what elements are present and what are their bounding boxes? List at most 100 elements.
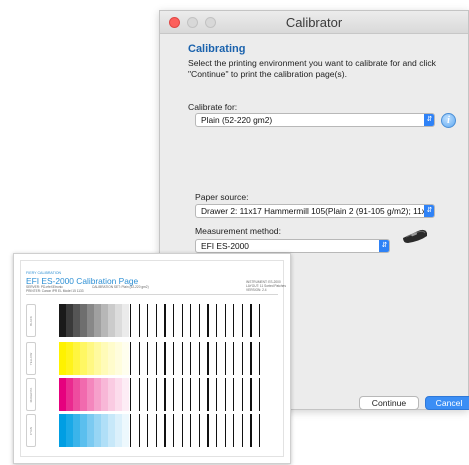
measurement-method-select[interactable]: EFI ES-2000 ⇵ <box>195 239 390 253</box>
color-patch <box>73 342 80 375</box>
band-label-black: BLACK <box>26 304 36 337</box>
color-patch <box>122 378 129 411</box>
registration-line <box>224 378 226 411</box>
registration-line <box>190 414 192 447</box>
registration-line <box>190 378 192 411</box>
registration-line <box>198 414 201 447</box>
registration-line <box>181 342 183 375</box>
registration-line <box>216 414 218 447</box>
section-heading: Calibrating <box>188 43 246 55</box>
meta-version: VERSION: 2.4 <box>246 288 267 292</box>
registration-line <box>173 304 175 337</box>
color-patch <box>108 304 115 337</box>
registration-line <box>250 414 252 447</box>
band-label-magenta: MAGENTA <box>26 378 36 411</box>
color-patch <box>80 304 87 337</box>
color-patch <box>115 342 122 375</box>
cancel-button[interactable]: Cancel <box>425 396 469 410</box>
registration-line <box>241 414 244 447</box>
registration-line <box>216 304 218 337</box>
color-patch <box>101 378 108 411</box>
calibrate-for-value: Plain (52-220 gm2) <box>201 115 273 125</box>
registration-line <box>224 342 226 375</box>
registration-line <box>241 342 244 375</box>
registration-line <box>130 414 132 447</box>
band-label-cyan: CYAN <box>26 414 36 447</box>
registration-line <box>216 342 218 375</box>
registration-line <box>207 378 209 411</box>
color-patch <box>87 378 94 411</box>
calibrate-for-select[interactable]: Plain (52-220 gm2) ⇵ <box>195 113 435 127</box>
registration-line <box>250 378 252 411</box>
band-label-text: MAGENTA <box>29 387 33 402</box>
registration-line <box>259 414 261 447</box>
measurement-method-value: EFI ES-2000 <box>201 241 249 251</box>
color-patch <box>94 342 101 375</box>
color-patch <box>73 414 80 447</box>
registration-line <box>224 414 226 447</box>
registration-line <box>155 304 158 337</box>
registration-line <box>198 342 201 375</box>
meta-printer: PRINTER: Canon iPR EL Model 15 1133 <box>26 289 84 293</box>
registration-line <box>233 342 235 375</box>
color-patch <box>115 414 122 447</box>
continue-button[interactable]: Continue <box>359 396 419 410</box>
color-patch <box>59 342 66 375</box>
paper-source-select[interactable]: Drawer 2: 11x17 Hammermill 105(Plain 2 (… <box>195 204 435 218</box>
registration-line <box>241 378 244 411</box>
registration-line <box>181 378 183 411</box>
color-patch <box>108 342 115 375</box>
registration-line <box>130 342 132 375</box>
color-patch <box>80 378 87 411</box>
color-patch <box>59 304 66 337</box>
registration-line <box>164 414 166 447</box>
title-bar: Calibrator <box>160 11 468 34</box>
registration-line <box>259 342 261 375</box>
color-patch <box>108 414 115 447</box>
registration-line <box>216 378 218 411</box>
color-patch <box>94 414 101 447</box>
registration-line <box>130 378 132 411</box>
up-down-arrows-icon: ⇵ <box>424 114 434 126</box>
band-label-text: CYAN <box>29 426 33 435</box>
registration-line <box>147 378 149 411</box>
registration-line <box>207 414 209 447</box>
info-icon[interactable]: i <box>441 113 456 128</box>
color-patch <box>108 378 115 411</box>
registration-line <box>147 304 149 337</box>
color-patch <box>87 304 94 337</box>
registration-line <box>155 342 158 375</box>
measurement-method-label: Measurement method: <box>195 226 281 236</box>
registration-line <box>147 342 149 375</box>
registration-line <box>190 304 192 337</box>
color-patch <box>115 378 122 411</box>
registration-line <box>173 342 175 375</box>
color-patch <box>66 342 73 375</box>
color-patch <box>101 304 108 337</box>
calibration-page-preview: FIERY CALIBRATION EFI ES-2000 Calibratio… <box>13 253 291 464</box>
registration-line <box>241 304 244 337</box>
spectrophotometer-icon <box>403 229 427 243</box>
band-label-text: BLACK <box>29 315 33 326</box>
color-patch <box>59 414 66 447</box>
registration-line <box>164 342 166 375</box>
color-patch <box>101 414 108 447</box>
registration-line <box>164 378 166 411</box>
registration-line <box>155 378 158 411</box>
registration-line <box>250 304 252 337</box>
color-patch <box>101 342 108 375</box>
registration-line <box>164 304 166 337</box>
color-patch <box>122 304 129 337</box>
registration-line <box>259 378 261 411</box>
color-patch <box>122 342 129 375</box>
registration-line <box>147 414 149 447</box>
registration-line <box>190 342 192 375</box>
registration-line <box>198 304 201 337</box>
calibration-kicker: FIERY CALIBRATION <box>26 271 62 275</box>
header-rule <box>26 294 278 295</box>
calibrate-for-label: Calibrate for: <box>188 102 238 112</box>
color-patch <box>122 414 129 447</box>
registration-line <box>207 342 209 375</box>
color-patch <box>94 378 101 411</box>
paper-source-label: Paper source: <box>195 192 249 202</box>
